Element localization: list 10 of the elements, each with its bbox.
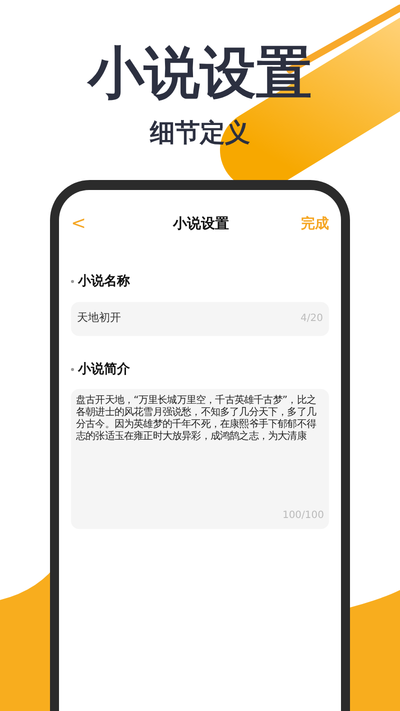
intro-counter: 100/100 [282,509,324,523]
section-label: 小说简介 [78,360,130,378]
name-input-field[interactable]: 天地初开 4/20 [71,302,329,336]
name-counter: 4/20 [300,312,323,326]
intro-text: 盘古开天地，“万里长城万里空，千古英雄千古梦”，比之各朝进士的风花雪月强说愁，不知多了几分天下，多了几分古今。因为英雄梦的千年不死，在康熙爷手下郁郁不得志的张适玉在雍正时大放异彩，成鸿鹄之志，为大清康 [76,395,318,443]
subheadline: 细节定义 [150,118,250,148]
section-label: 小说名称 [78,273,130,291]
intro-text-area[interactable]: 盘古开天地，“万里长城万里空，千古英雄千古梦”，比之各朝进士的风花雪月强说愁，不知多了几分天下，多了几分古今。因为英雄梦的千年不死，在康熙爷手下郁郁不得志的张适玉在雍正时大放异彩，成鸿鹄之志，为大清康 100/100 [71,389,329,529]
name-value: 天地初开 [77,310,121,326]
page-title: 小说设置 [173,214,229,234]
